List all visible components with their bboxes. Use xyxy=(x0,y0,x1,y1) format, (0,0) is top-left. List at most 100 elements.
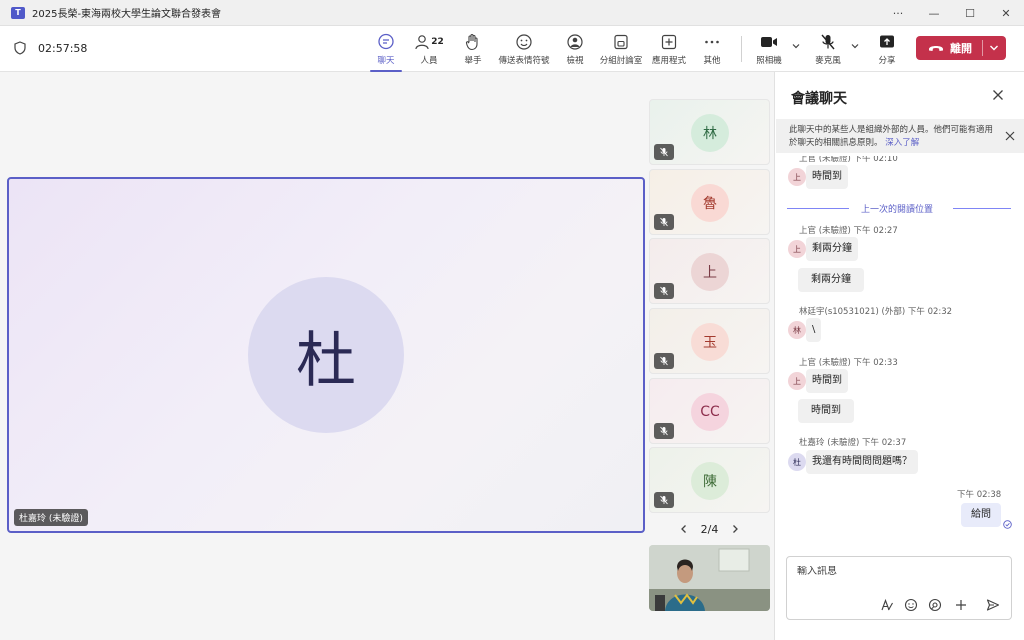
leave-label: 離開 xyxy=(950,42,972,55)
muted-mic-icon xyxy=(654,492,674,508)
message-bubble[interactable]: 時間到 xyxy=(798,399,854,423)
view-label: 檢視 xyxy=(566,56,584,66)
add-app-icon xyxy=(659,32,679,52)
apps-button[interactable]: 應用程式 xyxy=(645,32,693,68)
view-icon xyxy=(565,32,585,52)
share-button[interactable]: 分享 xyxy=(863,32,911,68)
participant-tile[interactable]: 林 xyxy=(649,99,770,165)
reactions-label: 傳送表情符號 xyxy=(498,56,550,66)
main-participant-name: 杜嘉玲 (未驗證) xyxy=(14,509,88,526)
minimize-button[interactable]: — xyxy=(916,0,952,26)
dismiss-notice-icon[interactable] xyxy=(1004,130,1016,142)
view-button[interactable]: 檢視 xyxy=(551,32,599,68)
sender-avatar: 上 xyxy=(788,372,806,390)
more-window-options-button[interactable]: ··· xyxy=(880,0,916,26)
message-bubble[interactable]: 時間到 xyxy=(806,165,848,189)
participant-avatar: 玉 xyxy=(691,323,729,361)
loop-component-icon[interactable] xyxy=(927,597,943,613)
message-meta: 上官 (未驗證) 下午 02:27 xyxy=(799,226,898,236)
camera-options-chevron-icon[interactable] xyxy=(790,40,802,52)
message-bubble[interactable]: 時間到 xyxy=(806,369,848,393)
chat-label: 聊天 xyxy=(377,56,395,66)
chat-icon xyxy=(376,32,396,52)
main-video-tile[interactable]: 杜 杜嘉玲 (未驗證) xyxy=(7,177,645,533)
people-label: 人員 xyxy=(420,56,438,66)
message-meta: 上官 (未驗證) 下午 02:10 xyxy=(799,154,898,164)
emoji-icon xyxy=(514,32,534,52)
breakout-rooms-button[interactable]: 分組討論室 xyxy=(597,32,645,68)
participant-avatar: 林 xyxy=(691,114,729,152)
message-bubble[interactable]: 剩兩分鐘 xyxy=(798,268,864,292)
message-bubble[interactable]: \ xyxy=(806,318,822,342)
meeting-toolbar: 02:57:58 聊天 22 人員 舉手 傳送表情符號 檢視 分組討論室 應用程… xyxy=(0,26,1024,72)
message-meta: 上官 (未驗證) 下午 02:33 xyxy=(799,358,898,368)
participant-tile[interactable]: CC xyxy=(649,378,770,444)
learn-more-link[interactable]: 深入了解 xyxy=(885,138,919,148)
participant-avatar: 陳 xyxy=(691,462,729,500)
share-icon xyxy=(877,32,897,52)
camera-button[interactable]: 照相機 xyxy=(745,32,793,68)
message-bubble[interactable]: 剩兩分鐘 xyxy=(806,237,858,261)
microphone-button[interactable]: 麥克風 xyxy=(804,32,852,68)
self-view-image xyxy=(649,545,770,611)
emoji-icon[interactable] xyxy=(903,597,919,613)
self-view-video[interactable] xyxy=(649,545,770,611)
participant-tile[interactable]: 陳 xyxy=(649,447,770,513)
raise-hand-button[interactable]: 舉手 xyxy=(449,32,497,68)
hang-up-icon xyxy=(929,46,943,51)
plus-icon[interactable] xyxy=(953,597,969,613)
unread-divider-line-right xyxy=(953,208,1011,209)
reactions-button[interactable]: 傳送表情符號 xyxy=(494,32,554,68)
camera-label: 照相機 xyxy=(756,56,782,66)
more-button[interactable]: 其他 xyxy=(688,32,736,68)
format-icon[interactable] xyxy=(879,597,895,613)
participant-tile[interactable]: 上 xyxy=(649,238,770,304)
toolbar-separator xyxy=(741,36,742,62)
chat-panel: 會議聊天 此聊天中的某些人是組織外部的人員。他們可能有適用於聊天的相關訊息原則。… xyxy=(774,72,1024,640)
chevron-right-icon[interactable] xyxy=(730,524,740,534)
sender-avatar: 林 xyxy=(788,321,806,339)
raise-hand-label: 舉手 xyxy=(464,56,482,66)
microphone-options-chevron-icon[interactable] xyxy=(849,40,861,52)
participant-tile[interactable]: 玉 xyxy=(649,308,770,374)
window-title: 2025長榮-東海兩校大學生論文聯合發表會 xyxy=(32,9,222,20)
camera-icon xyxy=(759,32,779,52)
chat-button[interactable]: 聊天 xyxy=(362,32,410,72)
send-icon[interactable] xyxy=(985,597,1001,613)
muted-mic-icon xyxy=(654,423,674,439)
apps-label: 應用程式 xyxy=(651,56,686,66)
unread-divider-line-left xyxy=(787,208,849,209)
participant-avatar: CC xyxy=(691,393,729,431)
sender-avatar: 上 xyxy=(788,168,806,186)
muted-mic-icon xyxy=(654,353,674,369)
more-label: 其他 xyxy=(703,56,721,66)
breakout-rooms-label: 分組討論室 xyxy=(599,56,643,66)
leave-button[interactable]: 離開 xyxy=(916,36,1006,60)
meeting-timer: 02:57:58 xyxy=(38,42,88,55)
compose-box[interactable] xyxy=(786,556,1012,620)
more-icon xyxy=(702,32,722,52)
meeting-stage: 杜 杜嘉玲 (未驗證) 林 魯 上 玉 CC 陳 2/4 xyxy=(0,72,774,640)
muted-mic-icon xyxy=(654,144,674,160)
people-icon: 22 xyxy=(413,32,445,52)
leave-options-chevron-icon[interactable] xyxy=(988,42,1000,54)
microphone-label: 麥克風 xyxy=(815,56,841,66)
maximize-button[interactable]: ☐ xyxy=(952,0,988,26)
people-button[interactable]: 22 人員 xyxy=(405,32,453,68)
external-notice-banner: 此聊天中的某些人是組織外部的人員。他們可能有適用於聊天的相關訊息原則。 深入了解 xyxy=(776,119,1024,153)
participant-tile[interactable]: 魯 xyxy=(649,169,770,235)
close-icon[interactable] xyxy=(991,88,1005,102)
mic-off-icon xyxy=(818,32,838,52)
page-indicator: 2/4 xyxy=(700,522,719,536)
my-message-time: 下午 02:38 xyxy=(957,490,1002,500)
unread-divider-label: 上一次的閱讀位置 xyxy=(861,205,934,215)
breakout-rooms-icon xyxy=(611,32,631,52)
close-window-button[interactable]: ✕ xyxy=(988,0,1024,26)
chevron-left-icon[interactable] xyxy=(679,524,689,534)
shield-icon xyxy=(14,41,26,55)
muted-mic-icon xyxy=(654,214,674,230)
my-message-bubble[interactable]: 給問 xyxy=(961,503,1001,527)
message-bubble[interactable]: 我還有時間問問題嗎？ xyxy=(806,450,918,474)
message-input[interactable] xyxy=(797,566,997,577)
window-controls: ··· — ☐ ✕ xyxy=(880,0,1024,26)
